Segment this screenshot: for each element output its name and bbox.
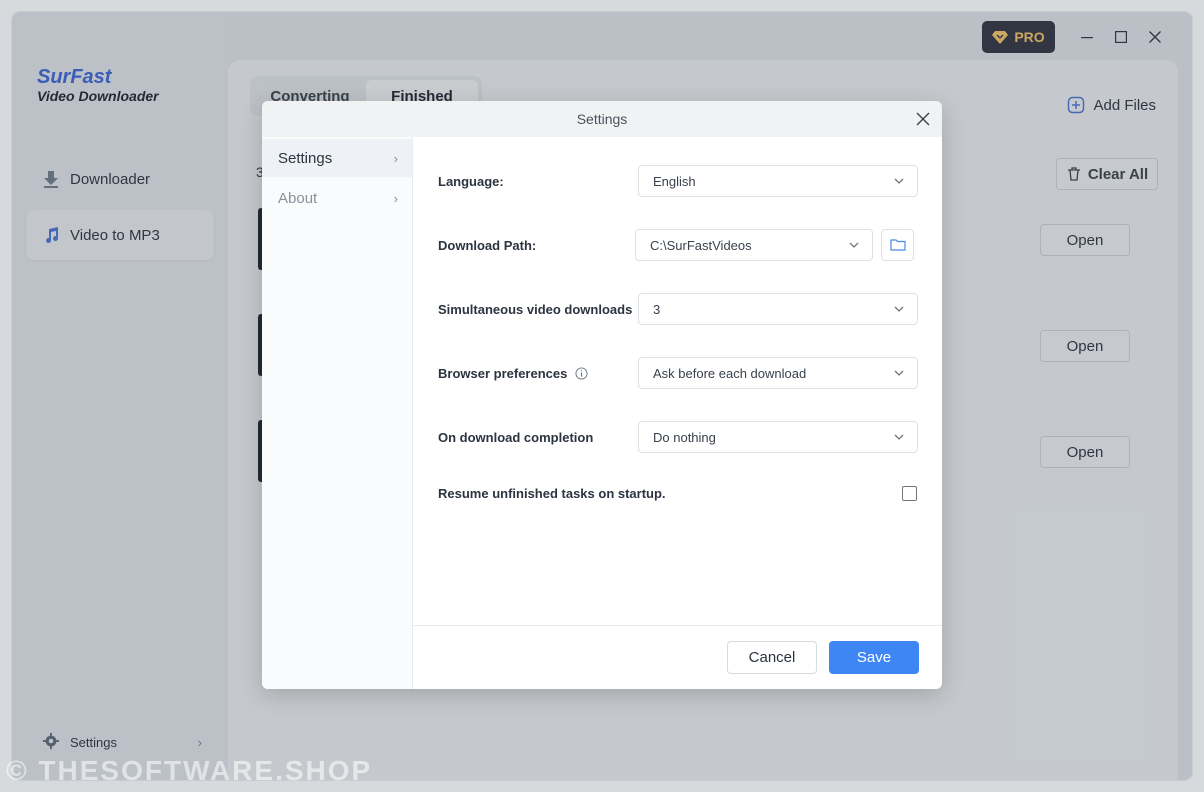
browse-folder-button[interactable] (881, 229, 914, 261)
watermark: © THESOFTWARE.SHOP (6, 755, 373, 786)
chevron-down-icon (894, 434, 904, 440)
dialog-nav: Settings › About › (262, 137, 413, 689)
language-value: English (653, 173, 696, 189)
simultaneous-select[interactable]: 3 (638, 293, 918, 325)
dialog-nav-label: Settings (278, 149, 333, 167)
dialog-nav-label: About (278, 189, 318, 207)
completion-value: Do nothing (653, 429, 716, 445)
simultaneous-label: Simultaneous video downloads (438, 301, 633, 317)
browser-preferences-select[interactable]: Ask before each download (638, 357, 918, 389)
app-window: SurFast Video Downloader Downloader Vide… (12, 12, 1192, 780)
language-label: Language: (438, 173, 504, 189)
close-icon (916, 112, 930, 126)
chevron-down-icon (894, 306, 904, 312)
download-path-value: C:\SurFastVideos (650, 237, 752, 253)
simultaneous-row: Simultaneous video downloads 3 (438, 293, 918, 325)
dialog-footer: Cancel Save (413, 625, 942, 689)
settings-dialog: Settings Settings › About › Language: En… (262, 101, 942, 689)
dialog-nav-about[interactable]: About › (262, 179, 412, 217)
chevron-right-icon: › (393, 150, 398, 166)
download-path-label: Download Path: (438, 237, 537, 253)
completion-select[interactable]: Do nothing (638, 421, 918, 453)
completion-row: On download completion Do nothing (438, 421, 918, 453)
chevron-down-icon (894, 370, 904, 376)
folder-icon (889, 239, 906, 251)
dialog-header: Settings (262, 101, 942, 137)
language-select[interactable]: English (638, 165, 918, 197)
simultaneous-value: 3 (653, 301, 661, 317)
save-button[interactable]: Save (829, 641, 919, 674)
chevron-down-icon (894, 178, 904, 184)
cancel-button[interactable]: Cancel (727, 641, 817, 674)
browser-preferences-row: Browser preferences Ask before each down… (438, 357, 918, 389)
download-path-row: Download Path: C:\SurFastVideos (438, 229, 918, 261)
browser-preferences-label: Browser preferences (438, 366, 588, 381)
resume-label: Resume unfinished tasks on startup. (438, 485, 666, 501)
dialog-nav-settings[interactable]: Settings › (262, 139, 412, 177)
browser-preferences-value: Ask before each download (653, 365, 807, 381)
chevron-right-icon: › (393, 190, 398, 206)
resume-checkbox[interactable] (902, 485, 917, 501)
info-icon[interactable] (575, 366, 588, 380)
browser-preferences-text: Browser preferences (438, 365, 568, 381)
dialog-close-button[interactable] (914, 110, 932, 128)
completion-label: On download completion (438, 429, 594, 445)
language-row: Language: English (438, 165, 918, 197)
dialog-title: Settings (576, 111, 628, 127)
dialog-body: Language: English Download Path: C:\SurF… (413, 137, 942, 689)
download-path-select[interactable]: C:\SurFastVideos (635, 229, 873, 261)
chevron-down-icon (849, 242, 859, 248)
resume-row: Resume unfinished tasks on startup. (438, 477, 918, 509)
